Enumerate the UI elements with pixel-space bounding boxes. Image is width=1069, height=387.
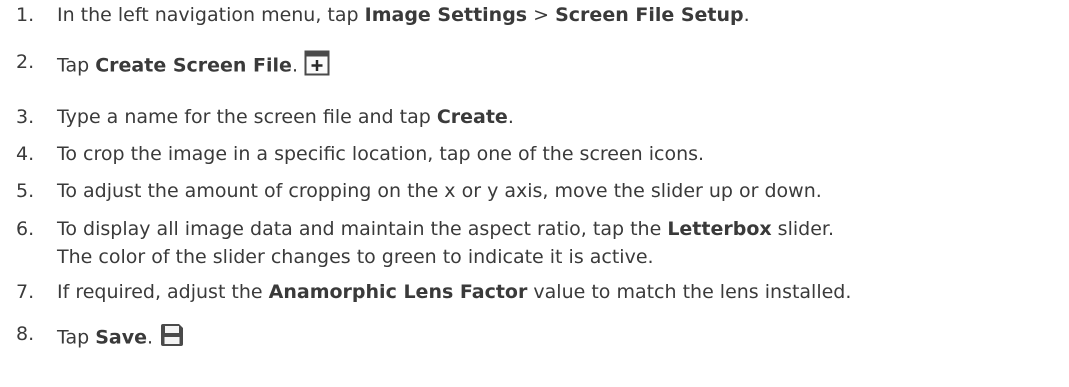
step-text: To adjust the amount of cropping on the … [57, 180, 822, 202]
ui-term: Letterbox [667, 218, 772, 240]
ui-term: Save [95, 326, 147, 349]
step-text: To crop the image in a specific location… [57, 143, 705, 165]
step-number: 4. [16, 143, 35, 165]
plus-box-icon [304, 50, 330, 82]
step-text-continuation: The color of the slider changes to green… [57, 246, 654, 268]
ui-term: Create [436, 106, 508, 128]
step-number: 6. [16, 218, 35, 240]
step-number: 7. [16, 281, 35, 303]
step-text: If required, adjust the Anamorphic Lens … [57, 281, 852, 303]
step-text: Type a name for the screen file and tap … [57, 106, 514, 128]
ui-term: Anamorphic Lens Factor [268, 281, 528, 303]
step-number: 3. [16, 106, 35, 128]
ui-term: Image Settings [364, 4, 528, 26]
step-number: 2. [16, 51, 35, 73]
step-number: 8. [16, 323, 35, 345]
step-number: 1. [16, 4, 35, 26]
step-text: Tap Save. [57, 322, 185, 354]
step-number: 5. [16, 180, 35, 202]
step-text: Tap Create Screen File. [57, 50, 330, 82]
ui-term: Create Screen File [95, 54, 292, 77]
step-text: In the left navigation menu, tap Image S… [57, 4, 750, 26]
save-icon [159, 322, 185, 354]
step-text: To display all image data and maintain t… [57, 218, 834, 268]
ui-term: Screen File Setup [555, 4, 744, 26]
